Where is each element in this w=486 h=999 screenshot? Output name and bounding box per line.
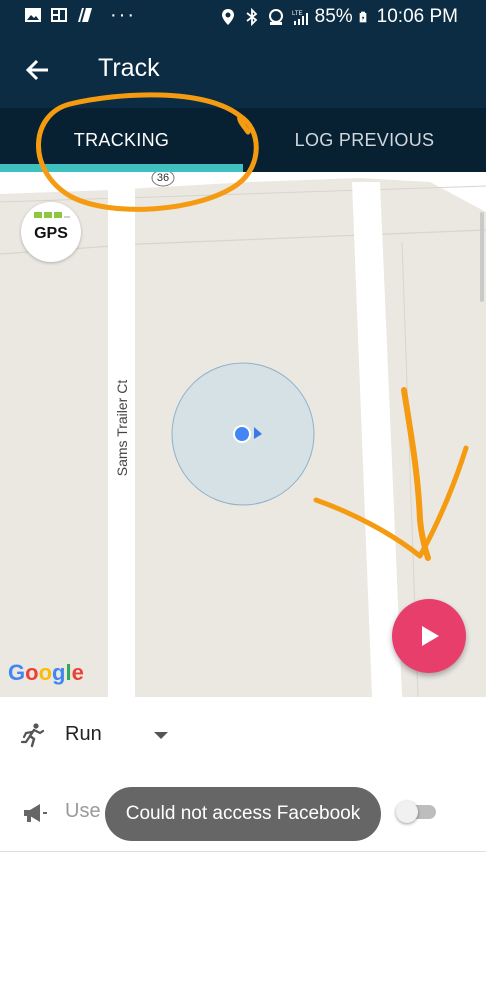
gps-indicator: GPS xyxy=(21,202,81,262)
status-bar-right: LTE 85% 10:06 PM xyxy=(219,6,458,28)
status-bar-left: ··· xyxy=(24,4,136,26)
toast-message: Could not access Facebook xyxy=(105,787,381,841)
status-bar: ··· LTE 85% 10:06 PM xyxy=(0,0,486,34)
lte-signal-icon: LTE xyxy=(292,11,308,25)
activity-selector[interactable]: Run xyxy=(0,697,486,775)
page-title: Track xyxy=(98,54,160,82)
battery-percent: 85% xyxy=(314,6,353,27)
play-icon xyxy=(422,626,439,646)
gps-bar xyxy=(34,212,42,218)
app-bar: Track xyxy=(0,34,486,108)
tab-bar: TRACKING LOG PREVIOUS xyxy=(0,108,486,172)
data-saver-icon xyxy=(268,9,283,25)
more-dots-icon: ··· xyxy=(110,4,136,26)
tab-tracking[interactable]: TRACKING xyxy=(0,108,243,172)
chevron-down-icon[interactable] xyxy=(154,732,168,739)
tab-indicator xyxy=(0,164,243,172)
highway-shield-number: 36 xyxy=(156,172,170,184)
gps-label: GPS xyxy=(34,225,68,242)
bluetooth-icon xyxy=(246,8,257,26)
gps-signal-bars xyxy=(34,212,70,218)
tab-log-previous[interactable]: LOG PREVIOUS xyxy=(243,108,486,172)
battery-icon xyxy=(359,11,367,23)
gps-bar xyxy=(44,212,52,218)
road-label: Sams Trailer Ct xyxy=(114,379,130,477)
photo-collage-icon xyxy=(51,8,67,22)
image-icon xyxy=(25,8,41,22)
voice-cues-toggle[interactable] xyxy=(396,801,438,823)
gps-bar xyxy=(54,212,62,218)
tab-log-previous-label: LOG PREVIOUS xyxy=(294,129,435,150)
megaphone-icon xyxy=(24,804,47,822)
svg-text:LTE: LTE xyxy=(292,11,303,17)
activity-label: Run xyxy=(65,723,102,745)
google-logo: Google xyxy=(8,660,84,685)
start-tracking-button[interactable] xyxy=(392,599,466,673)
gps-bar xyxy=(64,216,70,218)
location-icon xyxy=(221,9,234,25)
tab-tracking-label: TRACKING xyxy=(73,129,170,150)
arrow-left-icon[interactable] xyxy=(24,56,52,84)
clock: 10:06 PM xyxy=(376,6,458,27)
flipboard-icon xyxy=(78,7,92,23)
toggle-knob xyxy=(396,801,418,823)
runner-icon xyxy=(20,723,45,748)
